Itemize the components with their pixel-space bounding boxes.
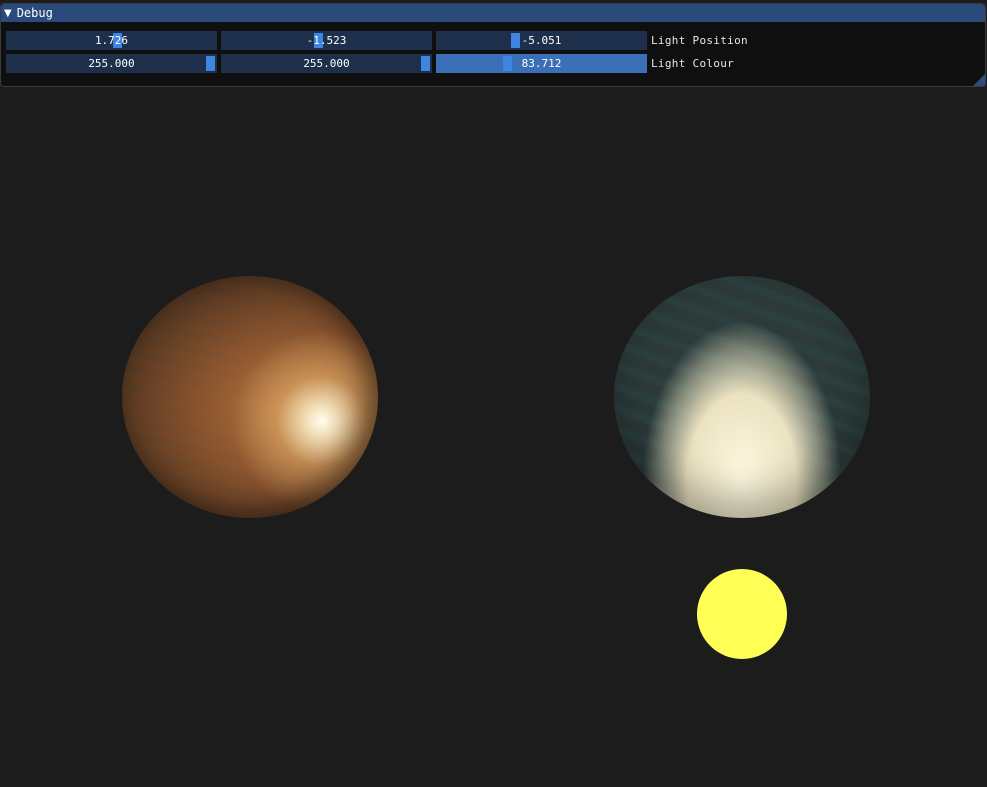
window-title: Debug: [16, 6, 53, 20]
slider-value: -5.051: [521, 34, 562, 47]
slider-grab[interactable]: [206, 56, 215, 71]
light-colour-r-slider[interactable]: 255.000: [6, 54, 217, 73]
slider-value: 1.726: [94, 34, 129, 47]
light-position-x-slider[interactable]: 1.726: [6, 31, 217, 50]
light-position-row: 1.726 -1.523 -5.051 Light Position: [6, 31, 748, 50]
light-position-y-slider[interactable]: -1.523: [221, 31, 432, 50]
slider-grab[interactable]: [421, 56, 430, 71]
slider-value: 83.712: [521, 57, 562, 70]
light-position-label: Light Position: [651, 34, 748, 47]
light-colour-b-slider[interactable]: 83.712: [436, 54, 647, 73]
light-colour-row: 255.000 255.000 83.712 Light Colour: [6, 54, 734, 73]
debug-title-bar[interactable]: ▼ Debug: [1, 4, 985, 22]
collapse-arrow-icon[interactable]: ▼: [4, 8, 12, 19]
light-colour-label: Light Colour: [651, 57, 735, 70]
render-viewport[interactable]: ▼ Debug 1.726 -1.523 -5.051 Light Positi…: [0, 0, 987, 787]
light-position-z-slider[interactable]: -5.051: [436, 31, 647, 50]
light-source-sphere: [697, 569, 787, 659]
slider-value: -1.523: [306, 34, 347, 47]
debug-window[interactable]: ▼ Debug 1.726 -1.523 -5.051 Light Positi…: [0, 3, 986, 87]
textured-planet-left: [122, 276, 378, 518]
slider-grab[interactable]: [503, 56, 513, 71]
slider-value: 255.000: [303, 57, 350, 70]
resize-grip-icon[interactable]: [973, 74, 985, 86]
textured-planet-right: [614, 276, 870, 518]
slider-grab[interactable]: [511, 33, 521, 48]
slider-value: 255.000: [88, 57, 135, 70]
light-colour-g-slider[interactable]: 255.000: [221, 54, 432, 73]
